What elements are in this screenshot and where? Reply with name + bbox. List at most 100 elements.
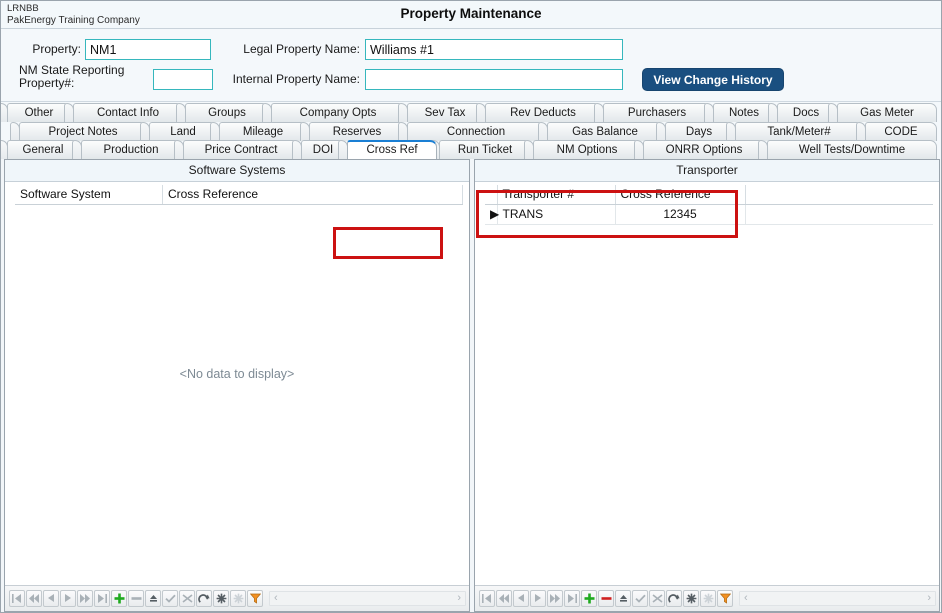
property-maintenance-window: LRNBB PakEnergy Training Company Propert… xyxy=(0,0,942,613)
edit-record-icon[interactable] xyxy=(145,590,161,607)
tab-contact-info[interactable]: Contact Info xyxy=(73,103,183,122)
tab-label: Connection xyxy=(446,126,506,138)
column-header-transporter-number[interactable]: Transporter # xyxy=(497,185,616,205)
tab-label: Rev Deducts xyxy=(510,107,576,119)
transporter-panel: Transporter Transporter # Cross Referenc… xyxy=(474,159,940,612)
next-page-icon[interactable] xyxy=(547,590,563,607)
tab-groups[interactable]: Groups xyxy=(185,103,269,122)
tab-label: Gas Balance xyxy=(572,126,638,138)
tab-gas-meter[interactable]: Gas Meter xyxy=(837,103,937,122)
first-record-icon[interactable] xyxy=(9,590,25,607)
software-systems-navbar: ‹ › xyxy=(5,585,469,611)
title-bar: LRNBB PakEnergy Training Company Propert… xyxy=(1,1,941,29)
cell-transporter-number[interactable]: TRANS xyxy=(497,204,616,225)
page-title: Property Maintenance xyxy=(400,6,542,21)
tab-company-opts[interactable]: Company Opts xyxy=(271,103,405,122)
tab-row-3: General Production Price Contract DOI Cross … xyxy=(1,140,941,159)
scroll-left-arrow[interactable]: ‹ xyxy=(744,591,748,606)
prev-record-icon[interactable] xyxy=(43,590,59,607)
transporter-body: ▶ TRANS 12345 xyxy=(485,204,933,225)
tab-price-contract[interactable]: Price Contract xyxy=(183,140,299,159)
tab-label: Other xyxy=(24,107,54,119)
transporter-hscrollbar[interactable]: ‹ › xyxy=(739,591,936,606)
software-systems-hscrollbar[interactable]: ‹ › xyxy=(269,591,466,606)
next-record-icon[interactable] xyxy=(530,590,546,607)
internal-property-name-input[interactable] xyxy=(365,69,623,90)
tab-onrr-options[interactable]: ONRR Options xyxy=(643,140,765,159)
tab-connection[interactable]: Connection xyxy=(407,122,545,141)
add-record-icon[interactable] xyxy=(111,590,127,607)
tab-label: Days xyxy=(685,126,713,138)
tab-tank-meter[interactable]: Tank/Meter# xyxy=(735,122,863,141)
tab-cross-ref[interactable]: Cross Ref xyxy=(347,140,437,159)
tab-run-ticket[interactable]: Run Ticket xyxy=(439,140,531,159)
cell-filler xyxy=(745,204,933,225)
nm-state-reporting-label-line1: NM State Reporting xyxy=(19,63,125,77)
first-record-icon[interactable] xyxy=(479,590,495,607)
prev-record-icon[interactable] xyxy=(513,590,529,607)
last-record-icon[interactable] xyxy=(564,590,580,607)
filter-editor-icon[interactable] xyxy=(717,590,733,607)
tab-label: Purchasers xyxy=(627,107,687,119)
asterisk-faded-icon[interactable] xyxy=(230,590,246,607)
filter-editor-icon[interactable] xyxy=(247,590,263,607)
edit-record-icon[interactable] xyxy=(615,590,631,607)
next-record-icon[interactable] xyxy=(60,590,76,607)
scroll-right-arrow[interactable]: › xyxy=(457,591,461,606)
view-change-history-button[interactable]: View Change History xyxy=(642,68,784,91)
tab-sev-tax[interactable]: Sev Tax xyxy=(407,103,483,122)
column-header-cross-reference[interactable]: Cross Reference xyxy=(615,185,746,205)
tab-notes[interactable]: Notes xyxy=(713,103,775,122)
clear-filter-icon[interactable] xyxy=(213,590,229,607)
tab-label: DOI xyxy=(312,144,334,156)
scroll-right-arrow[interactable]: › xyxy=(927,591,931,606)
tab-label: Reserves xyxy=(332,126,382,138)
clear-filter-icon[interactable] xyxy=(683,590,699,607)
legal-property-name-input[interactable] xyxy=(365,39,623,60)
nm-state-reporting-label-line2: Property#: xyxy=(19,76,75,90)
table-row[interactable]: ▶ TRANS 12345 xyxy=(485,204,933,225)
tab-reserves[interactable]: Reserves xyxy=(309,122,405,141)
column-header-software-system[interactable]: Software System xyxy=(15,185,163,205)
tab-production[interactable]: Production xyxy=(81,140,181,159)
scroll-left-arrow[interactable]: ‹ xyxy=(274,591,278,606)
prev-page-icon[interactable] xyxy=(496,590,512,607)
refresh-data-icon[interactable] xyxy=(196,590,212,607)
property-input[interactable] xyxy=(85,39,211,60)
tab-strip: Other Contact Info Groups Company Opts Sev T… xyxy=(1,102,941,259)
tab-label: NM Options xyxy=(556,144,618,156)
cell-cross-reference[interactable]: 12345 xyxy=(615,204,746,225)
prev-page-icon[interactable] xyxy=(26,590,42,607)
tab-days[interactable]: Days xyxy=(665,122,733,141)
post-edit-icon[interactable] xyxy=(162,590,178,607)
tab-label: Contact Info xyxy=(96,107,159,119)
refresh-data-icon[interactable] xyxy=(666,590,682,607)
column-header-filler xyxy=(745,185,933,205)
tab-other[interactable]: Other xyxy=(7,103,71,122)
tab-gas-balance[interactable]: Gas Balance xyxy=(547,122,663,141)
tab-code[interactable]: CODE xyxy=(865,122,937,141)
tab-label: CODE xyxy=(884,126,918,138)
tab-mileage[interactable]: Mileage xyxy=(219,122,307,141)
cancel-edit-icon[interactable] xyxy=(179,590,195,607)
tab-purchasers[interactable]: Purchasers xyxy=(603,103,711,122)
tab-rev-deducts[interactable]: Rev Deducts xyxy=(485,103,601,122)
tab-docs[interactable]: Docs xyxy=(777,103,835,122)
cancel-edit-icon[interactable] xyxy=(649,590,665,607)
last-record-icon[interactable] xyxy=(94,590,110,607)
nm-state-reporting-label: NM State Reporting Property#: xyxy=(19,64,154,90)
delete-record-icon[interactable] xyxy=(598,590,614,607)
column-header-cross-reference[interactable]: Cross Reference xyxy=(162,185,464,205)
asterisk-faded-icon[interactable] xyxy=(700,590,716,607)
tab-well-tests-downtime[interactable]: Well Tests/Downtime xyxy=(767,140,937,159)
tab-land[interactable]: Land xyxy=(149,122,217,141)
delete-record-icon[interactable] xyxy=(128,590,144,607)
add-record-icon[interactable] xyxy=(581,590,597,607)
tab-nm-options[interactable]: NM Options xyxy=(533,140,641,159)
nm-state-reporting-input[interactable] xyxy=(153,69,213,90)
tab-general[interactable]: General xyxy=(7,140,79,159)
tab-project-notes[interactable]: Project Notes xyxy=(19,122,147,141)
post-edit-icon[interactable] xyxy=(632,590,648,607)
transporter-navbar: ‹ › xyxy=(475,585,939,611)
next-page-icon[interactable] xyxy=(77,590,93,607)
